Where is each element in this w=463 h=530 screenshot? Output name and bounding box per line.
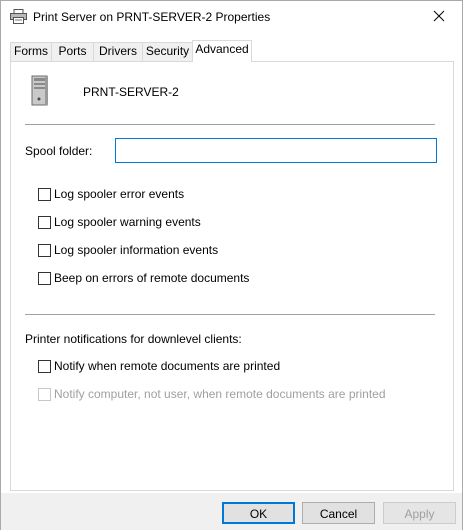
window-title: Print Server on PRNT-SERVER-2 Properties <box>33 10 271 24</box>
checkbox-box[interactable] <box>38 244 51 257</box>
checkbox-box[interactable] <box>38 216 51 229</box>
cancel-button[interactable]: Cancel <box>302 502 375 524</box>
spool-folder-input[interactable] <box>115 138 437 163</box>
checkbox-label: Notify computer, not user, when remote d… <box>54 387 386 401</box>
checkbox-box <box>38 388 51 401</box>
checkbox-label: Notify when remote documents are printed <box>54 359 281 373</box>
tab-security[interactable]: Security <box>142 42 193 61</box>
tab-label: Ports <box>58 44 87 58</box>
tab-ports[interactable]: Ports <box>51 42 94 61</box>
tab-advanced[interactable]: Advanced <box>192 40 252 62</box>
properties-dialog: Print Server on PRNT-SERVER-2 Properties… <box>0 0 463 530</box>
tab-label: Security <box>145 44 190 58</box>
spool-folder-label: Spool folder: <box>25 144 93 158</box>
title-bar[interactable]: Print Server on PRNT-SERVER-2 Properties <box>1 1 462 33</box>
tab-label: Advanced <box>195 42 249 56</box>
divider <box>25 314 435 315</box>
close-icon <box>433 10 445 22</box>
ok-button[interactable]: OK <box>222 502 295 524</box>
checkbox-label: Log spooler information events <box>54 243 219 257</box>
checkbox-box[interactable] <box>38 188 51 201</box>
notifications-heading: Printer notifications for downlevel clie… <box>25 332 242 346</box>
divider <box>25 124 435 125</box>
server-name: PRNT-SERVER-2 <box>83 85 179 99</box>
tab-label: Drivers <box>99 44 137 58</box>
server-tower-icon <box>30 74 50 107</box>
checkbox-box[interactable] <box>38 272 51 285</box>
checkbox-label: Beep on errors of remote documents <box>54 271 250 285</box>
close-button[interactable] <box>416 1 462 31</box>
tab-label: Forms <box>14 44 48 58</box>
apply-button: Apply <box>383 502 456 524</box>
checkbox-box[interactable] <box>38 360 51 373</box>
checkbox-label: Log spooler warning events <box>54 215 201 229</box>
printer-icon <box>10 9 27 24</box>
tab-drivers[interactable]: Drivers <box>93 42 143 61</box>
checkbox-label: Log spooler error events <box>54 187 185 201</box>
tab-forms[interactable]: Forms <box>10 42 52 61</box>
